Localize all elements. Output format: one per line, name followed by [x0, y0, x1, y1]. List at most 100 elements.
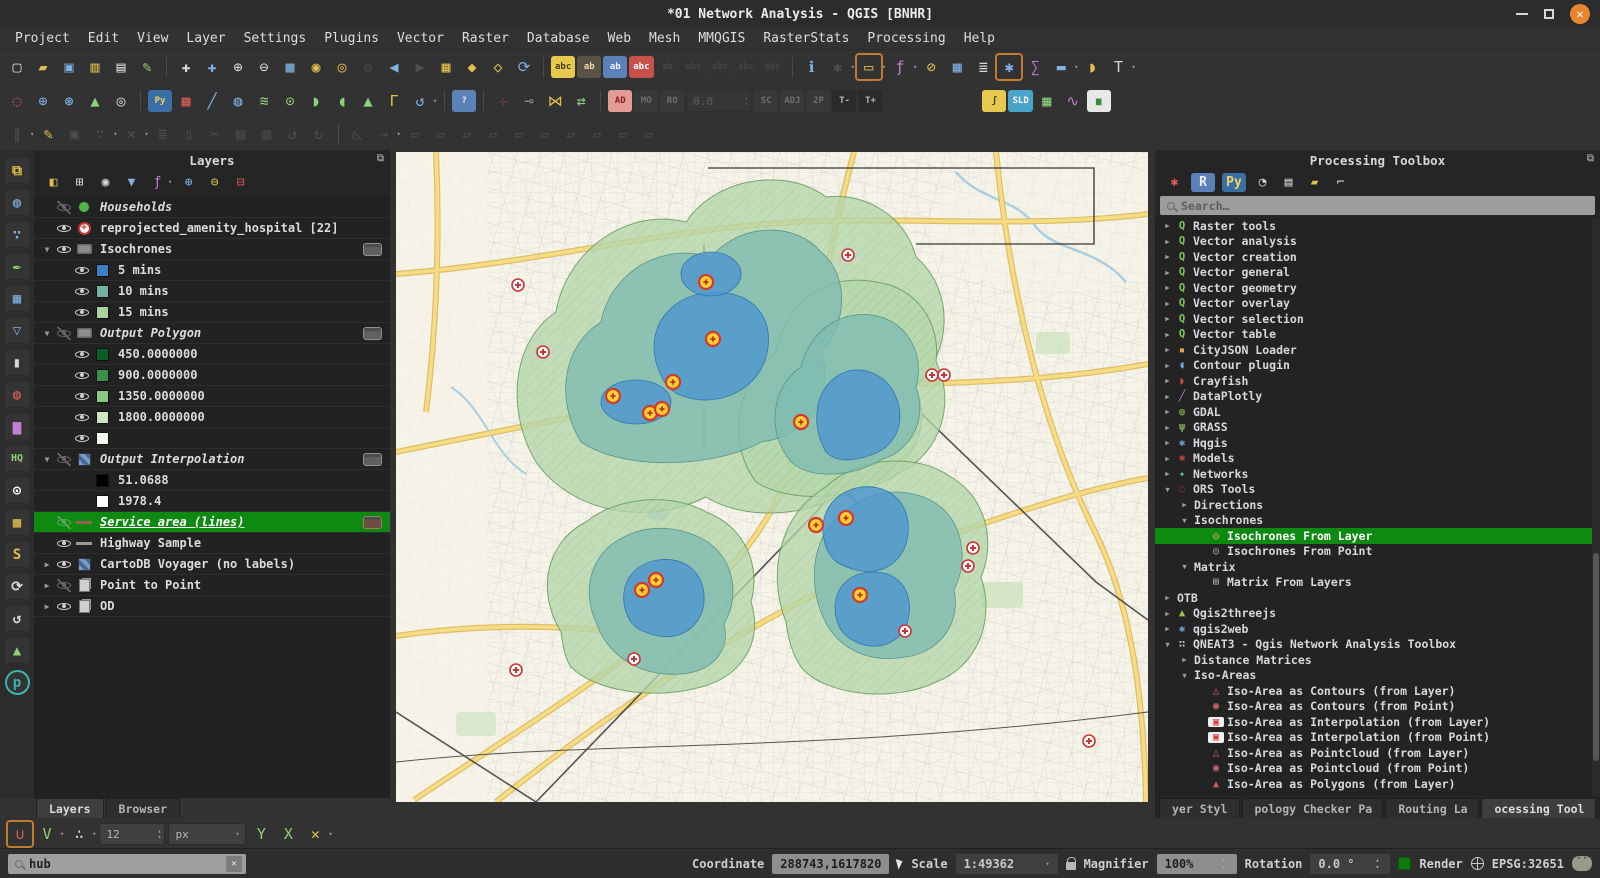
- layer-row[interactable]: 10 mins: [34, 281, 390, 302]
- expander-icon[interactable]: ▶: [1161, 314, 1174, 323]
- algorithm-row[interactable]: ▶✱Models: [1155, 451, 1592, 467]
- qgis2threejs-icon[interactable]: ▲: [83, 89, 107, 113]
- algorithm-row[interactable]: ▶ψGRASS: [1155, 420, 1592, 436]
- algorithm-row[interactable]: ▶OTB: [1155, 590, 1592, 606]
- cut-features-icon[interactable]: ✂: [203, 122, 227, 146]
- r-scripts-icon[interactable]: R: [1191, 173, 1215, 192]
- add-group-icon[interactable]: ⊞: [70, 173, 89, 192]
- layer-row[interactable]: Highway Sample: [34, 533, 390, 554]
- leaf-plugin-icon[interactable]: ◗: [304, 89, 328, 113]
- expander-icon[interactable]: ▶: [1161, 438, 1174, 447]
- dataplotly-icon[interactable]: ╱: [200, 89, 224, 113]
- layer-row[interactable]: ▼Output Interpolation: [34, 449, 390, 470]
- lock-scale-icon[interactable]: [1066, 862, 1076, 870]
- zoom-in-icon[interactable]: ⊕: [226, 55, 250, 79]
- algorithm-row[interactable]: ⊞Matrix From Layers: [1155, 575, 1592, 591]
- clear-search-icon[interactable]: ✕: [226, 856, 242, 872]
- algorithm-row[interactable]: ▶QVector analysis: [1155, 234, 1592, 250]
- algorithm-row[interactable]: ▶QRaster tools: [1155, 218, 1592, 234]
- dock-tab[interactable]: Browser: [106, 798, 180, 818]
- memory-layer-badge-icon[interactable]: [363, 327, 382, 340]
- menu-rasterstats[interactable]: RasterStats: [754, 28, 858, 49]
- layer-row[interactable]: reprojected_amenity_hospital [22]: [34, 218, 390, 239]
- dock-tab[interactable]: yer Styl: [1159, 798, 1240, 818]
- visibility-eye-icon[interactable]: [57, 600, 71, 613]
- mmqgis-icon[interactable]: ▦: [174, 89, 198, 113]
- expander-icon[interactable]: ▶: [1161, 299, 1174, 308]
- menu-view[interactable]: View: [128, 28, 177, 49]
- open-attribute-table-icon[interactable]: ▦: [945, 55, 969, 79]
- sld4qgis-icon[interactable]: SLD: [1008, 90, 1032, 112]
- remove-layer-icon[interactable]: ⊟: [231, 173, 250, 192]
- algorithm-row[interactable]: ▶✱Hqgis: [1155, 435, 1592, 451]
- zoom-last-icon[interactable]: ◀: [382, 55, 406, 79]
- expander-icon[interactable]: ▶: [1161, 237, 1174, 246]
- undo-edit-icon[interactable]: ↺: [281, 122, 305, 146]
- expander-icon[interactable]: ▼: [1161, 640, 1174, 649]
- layer-row[interactable]: 15 mins: [34, 302, 390, 323]
- select-by-expression-icon[interactable]: ƒ: [888, 55, 912, 79]
- options-wrench-icon[interactable]: ⌐: [1331, 173, 1350, 192]
- expander-icon[interactable]: ▶: [1161, 330, 1174, 339]
- expander-icon[interactable]: ▼: [1178, 516, 1191, 525]
- python-console-icon[interactable]: Py: [148, 90, 172, 112]
- algorithm-row[interactable]: ▼Matrix: [1155, 559, 1592, 575]
- dock-tab[interactable]: ocessing Tool: [1481, 798, 1596, 818]
- visibility-eye-icon[interactable]: [57, 201, 71, 214]
- label-red-icon[interactable]: abc: [629, 56, 653, 78]
- label-tool-5-icon[interactable]: abc: [760, 56, 784, 78]
- modify-attributes-icon[interactable]: ≣: [151, 122, 175, 146]
- processing-toolbox-toggle-icon[interactable]: ✱: [997, 55, 1021, 79]
- zoom-out-icon[interactable]: ⊖: [252, 55, 276, 79]
- algorithm-row[interactable]: ▼Isochrones: [1155, 513, 1592, 529]
- visibility-eye-icon[interactable]: [75, 390, 89, 403]
- models-menu-icon[interactable]: ✱: [1165, 173, 1184, 192]
- layer-row[interactable]: ▶CartoDB Voyager (no labels): [34, 554, 390, 575]
- show-bookmarks-icon[interactable]: ◇: [486, 55, 510, 79]
- hqgis-hq-icon[interactable]: HQ: [5, 446, 30, 471]
- globe-binoculars-icon[interactable]: ◎: [109, 89, 133, 113]
- filter-legend-icon[interactable]: ▼: [122, 173, 141, 192]
- undo-arrow-icon[interactable]: ↺: [408, 89, 432, 113]
- algorithm-row[interactable]: ▶QVector overlay: [1155, 296, 1592, 312]
- expander-icon[interactable]: ▶: [1161, 221, 1174, 230]
- measure-icon[interactable]: ▬: [1049, 55, 1073, 79]
- quickmapservices-icon[interactable]: ▩: [5, 510, 30, 535]
- map-tips-icon[interactable]: ◗: [1080, 55, 1104, 79]
- expander-icon[interactable]: ▶: [1161, 469, 1174, 478]
- layer-row[interactable]: ▼Output Polygon: [34, 323, 390, 344]
- save-project-icon[interactable]: ▣: [57, 55, 81, 79]
- field-calculator-icon[interactable]: ≣: [971, 55, 995, 79]
- algorithm-row[interactable]: ▶Directions: [1155, 497, 1592, 513]
- digitize-tool-10-icon[interactable]: ▱: [637, 122, 661, 146]
- identify-features-icon[interactable]: ℹ: [800, 55, 824, 79]
- algorithm-row[interactable]: ▶QVector geometry: [1155, 280, 1592, 296]
- algorithm-row[interactable]: ▶╱DataPlotly: [1155, 389, 1592, 405]
- python-scripts-icon[interactable]: Py: [1222, 173, 1246, 192]
- select-features-icon[interactable]: ▭: [857, 55, 881, 79]
- mo-button-icon[interactable]: MO: [634, 90, 658, 112]
- scale-select[interactable]: 1:49362▾: [956, 854, 1058, 874]
- toggle-editing-icon[interactable]: ✎: [36, 122, 60, 146]
- algorithm-row[interactable]: ▶▲Qgis2threejs: [1155, 606, 1592, 622]
- reload-plugin-icon[interactable]: ⟳: [5, 574, 30, 599]
- layer-row[interactable]: ▶OD: [34, 596, 390, 617]
- history-icon[interactable]: ◔: [1253, 173, 1272, 192]
- visibility-eye-icon[interactable]: [75, 369, 89, 382]
- text-annotation-icon[interactable]: T: [1106, 55, 1130, 79]
- collapse-all-icon[interactable]: ⊖: [205, 173, 224, 192]
- vector-points-icon[interactable]: ∵: [5, 222, 30, 247]
- new-project-icon[interactable]: ▢: [5, 55, 29, 79]
- digitize-tool-6-icon[interactable]: ▱: [533, 122, 557, 146]
- label-tool-2-icon[interactable]: abc: [682, 56, 706, 78]
- layer-row[interactable]: ▼Isochrones: [34, 239, 390, 260]
- algorithm-row[interactable]: ◎Isochrones From Layer: [1155, 528, 1592, 544]
- menu-raster[interactable]: Raster: [453, 28, 518, 49]
- visibility-eye-icon[interactable]: [57, 222, 71, 235]
- digitize-tool-2-icon[interactable]: ▱: [429, 122, 453, 146]
- undock-icon[interactable]: ⧉: [1587, 153, 1594, 164]
- expander-icon[interactable]: ▼: [40, 455, 54, 464]
- s-plugin-icon[interactable]: S: [5, 542, 30, 567]
- move-features-icon[interactable]: ⇢: [372, 122, 396, 146]
- profile-plot-icon[interactable]: ∿: [1061, 89, 1085, 113]
